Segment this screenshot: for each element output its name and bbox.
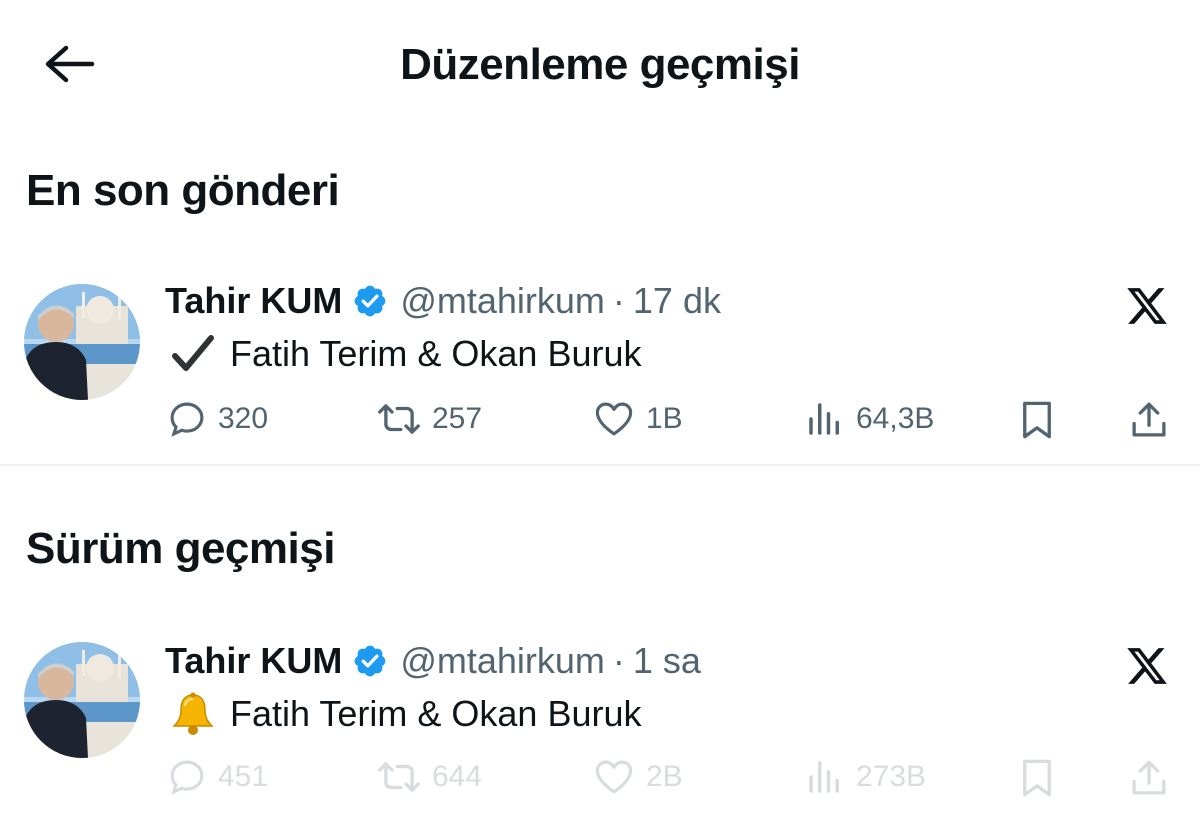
heart-icon: [595, 760, 633, 794]
like-button: 2B: [592, 756, 683, 798]
bookmark-button[interactable]: [1016, 398, 1058, 442]
x-logo-icon: [1122, 282, 1172, 330]
repost-count: 644: [432, 760, 483, 793]
repost-button: 644: [376, 756, 482, 798]
separator-dot: ·: [612, 640, 625, 681]
previous-post-actions: 451 644 2B 273B: [0, 756, 1200, 806]
post-text-content: Fatih Terim & Okan Buruk: [230, 333, 642, 374]
avatar[interactable]: [24, 642, 140, 758]
heart-icon: [595, 402, 633, 436]
avatar-image: [24, 284, 140, 400]
share-button[interactable]: [1128, 398, 1170, 442]
share-icon: [1132, 402, 1166, 437]
post-text: Fatih Terim & Okan Buruk: [168, 332, 642, 376]
share-icon: [1132, 760, 1166, 795]
like-button[interactable]: 1B: [592, 398, 683, 440]
page-title: Düzenleme geçmişi: [400, 40, 800, 89]
views-count: 273B: [856, 760, 927, 793]
views-chart-icon: [809, 761, 839, 793]
post-header: Tahir KUM @mtahirkum · 17 dk: [165, 280, 721, 322]
repost-button[interactable]: 257: [376, 398, 482, 440]
section-divider: [0, 464, 1200, 466]
post-text-content: Fatih Terim & Okan Buruk: [230, 693, 642, 734]
repost-icon: [378, 762, 420, 792]
reply-count: 451: [218, 760, 269, 793]
views-chart-icon: [809, 403, 839, 435]
post-time[interactable]: 1 sa: [633, 640, 701, 682]
bookmark-icon: [1023, 401, 1051, 439]
repost-count: 257: [432, 402, 483, 435]
checkmark-icon: [168, 332, 218, 376]
x-logo-icon: [1122, 642, 1172, 690]
avatar-image: [24, 642, 140, 758]
bookmark-icon: [1023, 759, 1051, 797]
reply-icon: [170, 760, 204, 795]
reply-button[interactable]: 320: [166, 398, 268, 440]
section-title-latest: En son gönderi: [26, 166, 340, 215]
bell-icon: [168, 692, 218, 736]
repost-icon: [378, 404, 420, 434]
author-handle[interactable]: @mtahirkum: [400, 640, 605, 682]
latest-post-actions: 320 257 1B 64,3B: [0, 396, 1200, 446]
views-button[interactable]: 64,3B: [804, 398, 934, 440]
section-title-history: Sürüm geçmişi: [26, 524, 335, 573]
like-count: 1B: [646, 402, 683, 435]
separator-dot: ·: [612, 280, 625, 321]
post-header: Tahir KUM @mtahirkum · 1 sa: [165, 640, 701, 682]
post-text: Fatih Terim & Okan Buruk: [168, 692, 642, 736]
reply-button: 451: [166, 756, 268, 798]
views-count: 64,3B: [856, 402, 935, 435]
author-name[interactable]: Tahir KUM: [165, 640, 342, 682]
like-count: 2B: [646, 760, 683, 793]
reply-count: 320: [218, 402, 269, 435]
verified-badge-icon: [352, 643, 388, 679]
share-button: [1128, 756, 1170, 800]
reply-icon: [170, 402, 204, 437]
views-button: 273B: [804, 756, 926, 798]
top-bar: Düzenleme geçmişi: [0, 0, 1200, 130]
bookmark-button: [1016, 756, 1058, 800]
author-name[interactable]: Tahir KUM: [165, 280, 342, 322]
author-handle[interactable]: @mtahirkum: [400, 280, 605, 322]
post-time[interactable]: 17 dk: [633, 280, 721, 322]
verified-badge-icon: [352, 283, 388, 319]
avatar[interactable]: [24, 284, 140, 400]
